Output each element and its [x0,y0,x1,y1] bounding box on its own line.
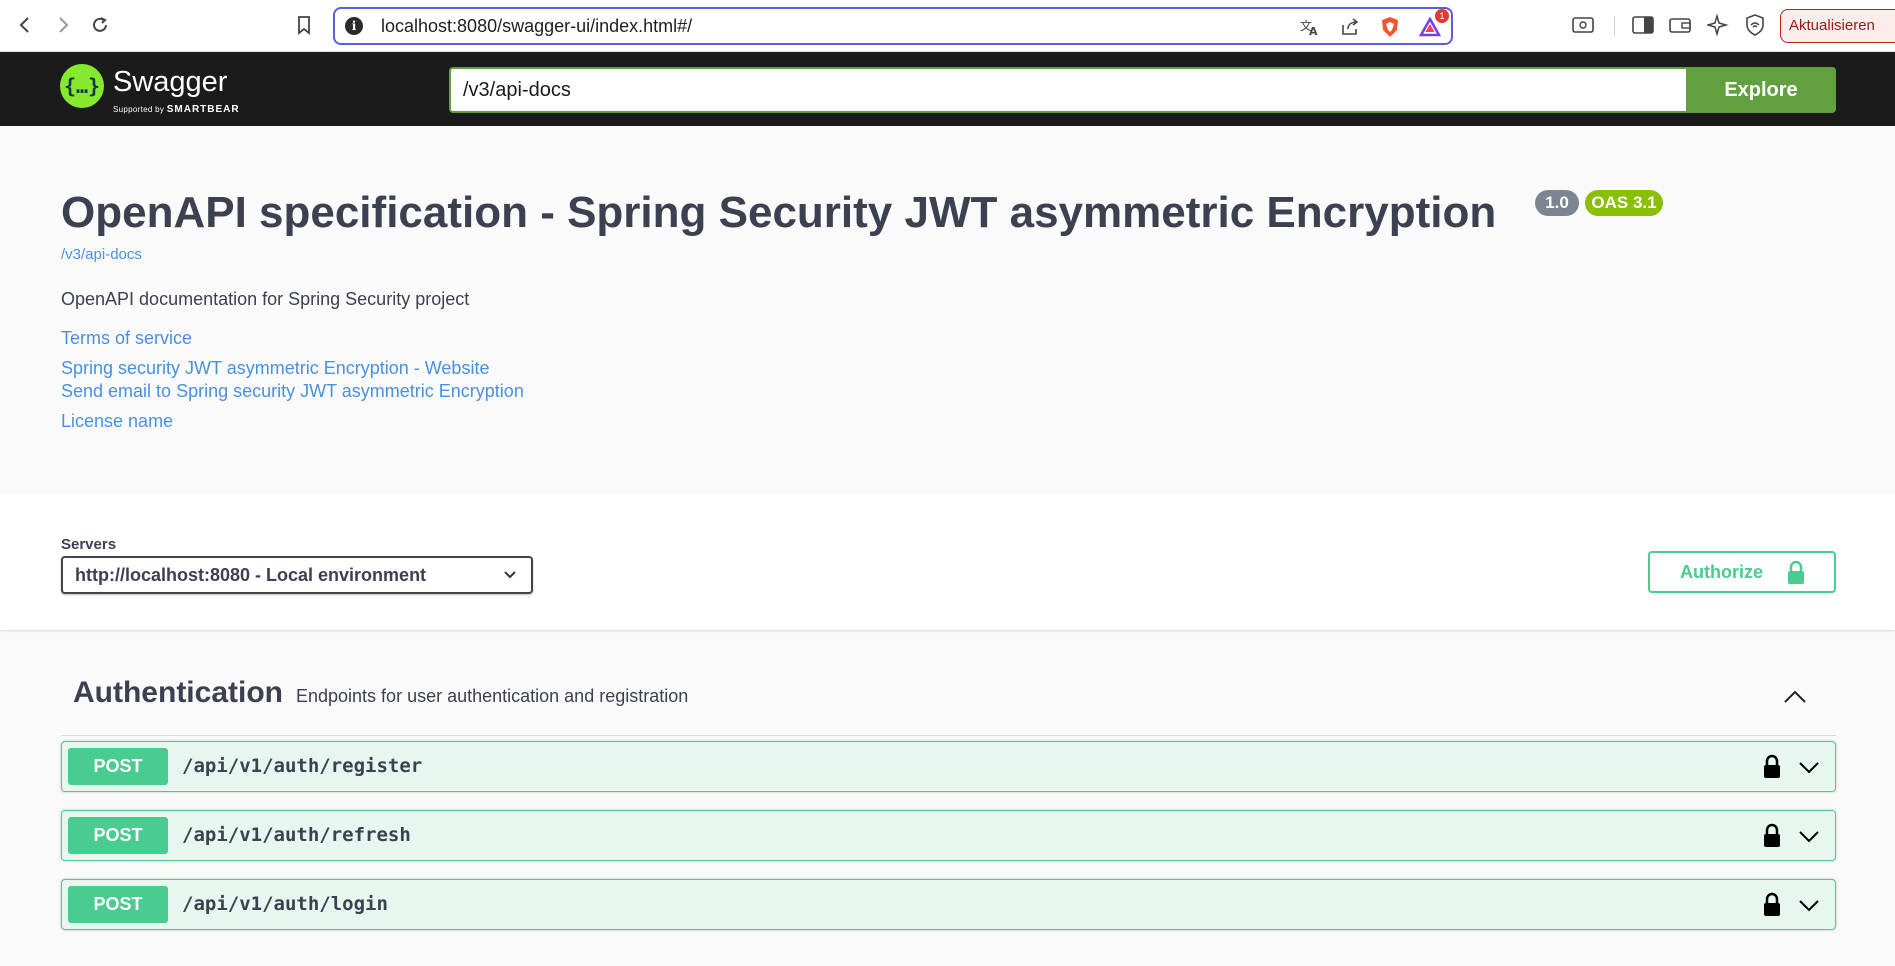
forward-button[interactable] [50,12,76,38]
operation-post-login[interactable]: POST /api/v1/auth/login [61,879,1836,930]
vpn-button[interactable] [1742,12,1768,38]
logo-subtitle: Supported by SMARTBEAR [113,104,240,115]
sparkle-icon [1707,14,1729,36]
swagger-logo-icon[interactable]: {…} [60,64,104,108]
tag-name: Authentication [73,676,283,709]
logo-brand-text: SMARTBEAR [166,104,240,115]
lock-icon[interactable] [1761,892,1783,918]
explore-button[interactable]: Explore [1686,67,1836,113]
chevron-down-icon [504,571,516,579]
sidebar-icon [1632,16,1654,34]
lock-icon[interactable] [1761,823,1783,849]
website-link[interactable]: Spring security JWT asymmetric Encryptio… [61,358,489,379]
tag-header[interactable]: Authentication Endpoints for user authen… [61,666,1836,736]
servers-section: Servers http://localhost:8080 - Local en… [0,494,1895,630]
bookmark-icon [298,16,310,35]
logo-supported-text: Supported by [113,105,165,114]
operation-post-register[interactable]: POST /api/v1/auth/register [61,741,1836,792]
operation-path: /api/v1/auth/refresh [182,824,411,846]
method-badge: POST [68,817,168,854]
api-description: OpenAPI documentation for Spring Securit… [61,289,470,309]
wallet-icon [1669,18,1691,33]
method-badge: POST [68,748,168,785]
license-link[interactable]: License name [61,411,173,432]
sidebar-button[interactable] [1630,12,1656,38]
arrow-right-icon [59,17,69,33]
chevron-down-icon[interactable] [1797,894,1821,918]
translate-icon[interactable]: 文A [1297,15,1323,39]
tab-search-icon [1572,17,1594,33]
operation-post-refresh[interactable]: POST /api/v1/auth/refresh [61,810,1836,861]
unlocked-icon [1788,560,1804,584]
chevron-up-icon[interactable] [1782,684,1808,710]
logo-name: Swagger [113,66,228,98]
authorize-label: Authorize [1680,562,1763,582]
brave-shield-icon[interactable] [1377,15,1403,39]
tag-description: Endpoints for user authentication and re… [296,686,689,706]
oas-badge: OAS 3.1 [1585,190,1663,216]
brave-rewards-icon[interactable]: 1 [1417,9,1449,39]
method-badge: POST [68,886,168,923]
url-text[interactable]: localhost:8080/swagger-ui/index.html#/ [381,16,692,37]
reload-icon [93,17,107,32]
api-info: OpenAPI specification - Spring Security … [0,126,1895,494]
arrow-left-icon [19,17,29,33]
bookmark-button[interactable] [291,12,317,38]
chevron-down-icon[interactable] [1797,825,1821,849]
spec-url-input[interactable]: /v3/api-docs [449,67,1687,113]
swagger-topbar: {…} Swagger Supported by SMARTBEAR /v3/a… [0,52,1895,126]
browser-toolbar: i localhost:8080/swagger-ui/index.html#/… [0,0,1895,52]
version-badge: 1.0 [1535,190,1579,216]
back-button[interactable] [12,12,38,38]
servers-label: Servers [61,536,117,553]
reload-button[interactable] [87,12,113,38]
lock-icon[interactable] [1761,754,1783,780]
servers-selected-value: http://localhost:8080 - Local environmen… [75,565,427,585]
operation-path: /api/v1/auth/login [182,893,388,915]
share-icon[interactable] [1337,15,1363,39]
terms-link[interactable]: Terms of service [61,328,192,349]
wallet-button[interactable] [1667,12,1693,38]
page-title: OpenAPI specification - Spring Security … [61,188,1497,237]
tag-section-authentication: Authentication Endpoints for user authen… [61,666,1836,736]
svg-text:A: A [1309,25,1318,37]
spec-link[interactable]: /v3/api-docs [61,246,142,263]
servers-select[interactable]: http://localhost:8080 - Local environmen… [61,556,533,594]
operation-path: /api/v1/auth/register [182,755,423,777]
email-link[interactable]: Send email to Spring security JWT asymme… [61,381,524,402]
authorize-button[interactable]: Authorize [1648,551,1836,593]
vpn-shield-icon [1746,14,1764,36]
update-button[interactable]: Aktualisieren [1780,9,1895,43]
site-info-icon[interactable]: i [345,17,363,35]
notification-badge: 1 [1435,9,1449,23]
chevron-down-icon[interactable] [1797,756,1821,780]
leo-ai-button[interactable] [1705,12,1731,38]
address-bar[interactable]: i localhost:8080/swagger-ui/index.html#/… [333,7,1453,45]
tab-search-button[interactable] [1570,12,1596,38]
toolbar-divider [1614,16,1615,36]
